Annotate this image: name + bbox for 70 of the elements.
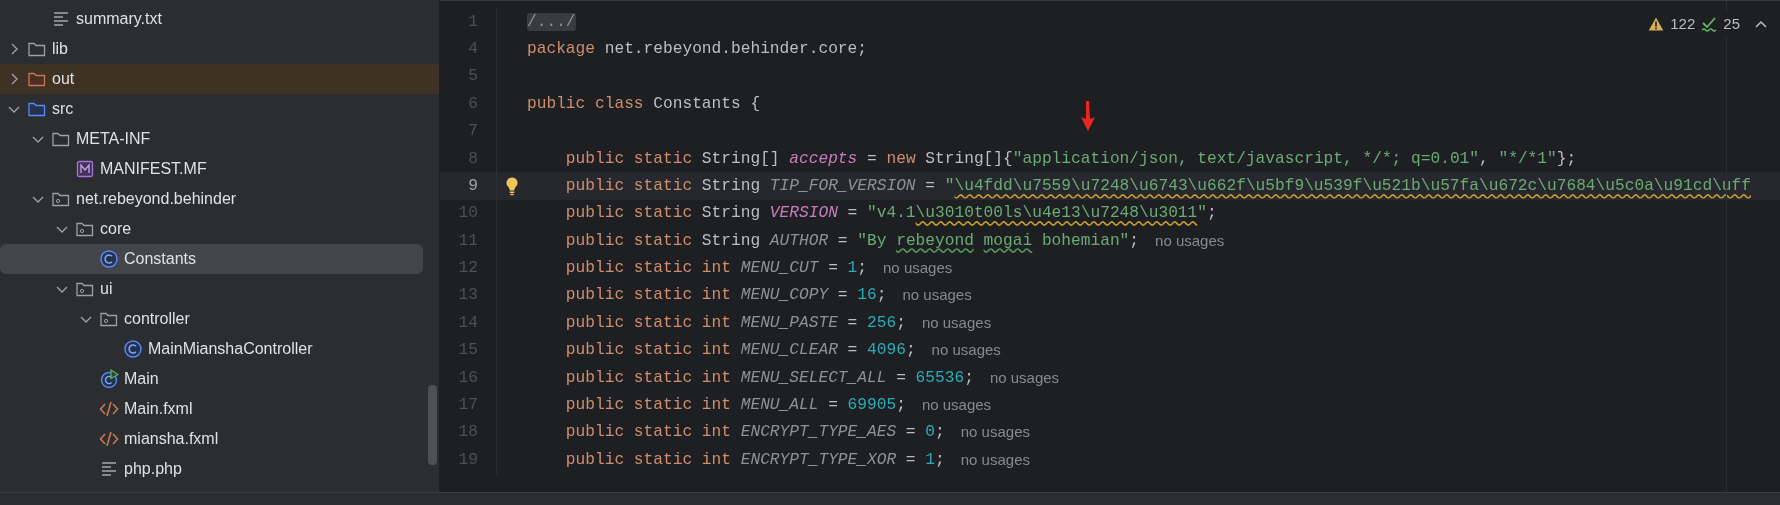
tree-item[interactable]: Main	[0, 364, 423, 394]
weak-warning-count[interactable]: 25	[1723, 13, 1740, 36]
code-line: public static int MENU_PASTE = 256;	[564, 312, 906, 334]
tree-item[interactable]: Main.fxml	[0, 394, 423, 424]
code-line: package net.rebeyond.behinder.core;	[527, 38, 867, 60]
usage-hint[interactable]: no usages	[989, 366, 1060, 389]
tree-item-label: src	[52, 99, 74, 119]
code-tag-icon	[99, 399, 119, 419]
lightbulb-icon[interactable]	[504, 176, 520, 197]
tree-item[interactable]: controller	[0, 304, 423, 334]
tree-item[interactable]: lib	[0, 34, 423, 64]
tree-item-label: META-INF	[76, 129, 151, 149]
text-file-icon	[99, 459, 119, 479]
usage-hint[interactable]: no usages	[921, 311, 992, 335]
usage-hint[interactable]: no usages	[921, 393, 992, 417]
tree-item-label: lib	[52, 39, 68, 59]
code-line: public static int MENU_COPY = 16;	[564, 285, 887, 307]
usage-hint[interactable]: no usages	[1155, 229, 1225, 253]
tree-item-label: net.rebeyond.behinder	[76, 189, 237, 209]
scrollbar-thumb[interactable]	[428, 385, 437, 465]
check-icon	[1701, 16, 1718, 33]
warning-count[interactable]: 122	[1670, 13, 1696, 36]
tree-item[interactable]: MANIFEST.MF	[0, 154, 423, 184]
class-icon	[99, 249, 119, 269]
tree-item[interactable]: ui	[0, 274, 423, 304]
tree-item-label: php.php	[124, 459, 182, 479]
tree-item-label: out	[52, 69, 75, 89]
class-icon	[123, 339, 143, 359]
code-line: public static int ENCRYPT_TYPE_XOR = 1;	[564, 449, 945, 471]
code-line: public class Constants {	[527, 93, 761, 115]
annotation-arrow	[1080, 101, 1096, 131]
tree-item-label: core	[100, 219, 132, 239]
usage-hint[interactable]: no usages	[931, 339, 1001, 362]
tree-item[interactable]: src	[0, 94, 423, 124]
tree-item[interactable]: miansha.fxml	[0, 424, 423, 454]
code-tag-icon	[99, 429, 119, 449]
tree-item[interactable]: core	[0, 214, 423, 244]
code-line: public static String VERSION = "v4.1\u3010t00ls\u4e13\u7248\u3011";	[564, 203, 1217, 225]
tree-item[interactable]: out	[0, 64, 439, 94]
line-number: 9	[467, 175, 478, 197]
tree-item-label: MainMianshaController	[148, 339, 313, 359]
usage-hint[interactable]: no usages	[902, 284, 972, 307]
tree-item[interactable]: php.php	[0, 454, 423, 484]
tree-item-label: summary.txt	[76, 9, 162, 29]
tree-item-label: miansha.fxml	[124, 429, 219, 449]
usage-hint[interactable]: no usages	[960, 448, 1030, 472]
usage-hint[interactable]: no usages	[883, 256, 953, 280]
tree-item-label: Constants	[124, 249, 197, 269]
code-line: public static String AUTHOR = "By rebeyond mogai bohemian";	[564, 230, 1140, 252]
code-line: public static int MENU_CLEAR = 4096;	[564, 340, 916, 362]
tree-item-label: MANIFEST.MF	[100, 159, 207, 179]
tree-item[interactable]: META-INF	[0, 124, 423, 154]
tree-item[interactable]: Constants	[0, 244, 423, 274]
tree-item[interactable]: net.rebeyond.behinder	[0, 184, 423, 214]
tree-item[interactable]: MainMianshaController	[0, 334, 423, 364]
code-line: public static int MENU_CUT = 1;	[564, 258, 868, 280]
usage-hint[interactable]: no usages	[960, 421, 1030, 444]
code-line: public static String TIP_FOR_VERSION = "\u4fdd\u7559\u7248\u6743\u662f\u5bf9\u539f\u521b\u57fa\u672c\u7684\u5c0a\u91cd\uff	[564, 175, 1751, 197]
tree-item-label: controller	[124, 309, 190, 329]
code-line: public static int MENU_ALL = 69905;	[564, 395, 906, 416]
code-line: public static int MENU_SELECT_ALL = 65536;	[564, 367, 974, 389]
tree-item-label: ui	[100, 279, 113, 299]
runnable-class-icon	[99, 369, 119, 389]
code-line: public static String[] accepts = new String[]{"application/json, text/javascript, */*; q=0.01", "*/*1"};	[564, 148, 1577, 170]
tree-item[interactable]: summary.txt	[0, 4, 423, 34]
manifest-file-icon	[75, 159, 95, 179]
text-file-icon	[51, 9, 71, 29]
tree-item-label: Main.fxml	[124, 399, 193, 419]
tree-item-label: Main	[124, 369, 159, 389]
code-line: public static int ENCRYPT_TYPE_AES = 0;	[564, 422, 945, 444]
